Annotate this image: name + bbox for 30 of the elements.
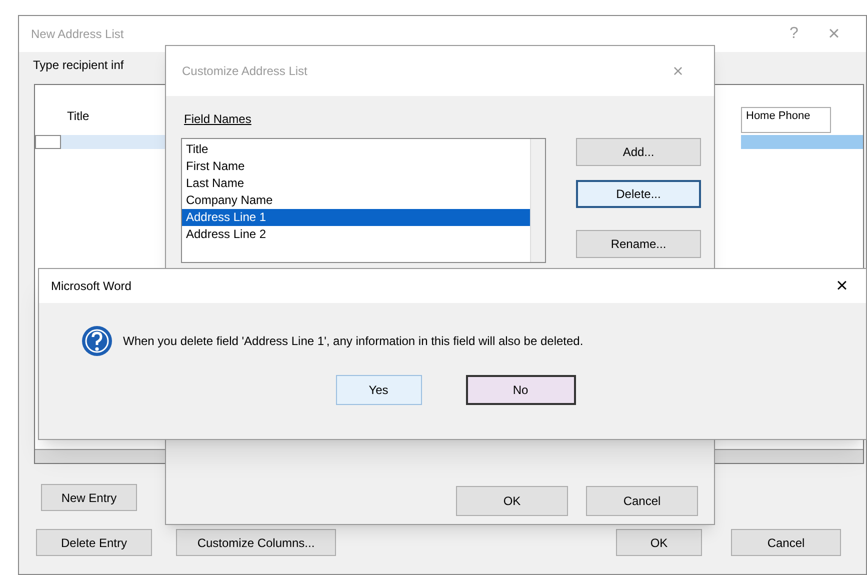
window-title: New Address List	[31, 26, 124, 43]
field-item[interactable]: Address Line 1	[182, 209, 530, 226]
side-button[interactable]: Rename...	[576, 230, 701, 258]
cancel-button[interactable]: Cancel	[586, 486, 698, 516]
close-button[interactable]: ×	[830, 271, 854, 301]
message-text: When you delete field 'Address Line 1', any information in this field will also be deleted.	[123, 333, 584, 350]
column-header[interactable]: Home Phone	[741, 107, 831, 133]
ok-button[interactable]: OK	[616, 529, 702, 556]
field-item[interactable]: Company Name	[182, 192, 530, 209]
field-item[interactable]: Title	[182, 141, 530, 158]
dialog-button[interactable]: Yes	[336, 375, 422, 405]
side-button[interactable]: Delete...	[576, 180, 701, 208]
dialog-title: Microsoft Word	[51, 278, 132, 295]
row-selector[interactable]	[35, 135, 61, 149]
delete-entry-button[interactable]: Delete Entry	[36, 529, 152, 556]
field-item[interactable]: First Name	[182, 158, 530, 175]
dialog-button[interactable]: No	[466, 375, 576, 405]
cancel-button[interactable]: Cancel	[731, 529, 841, 556]
field-item[interactable]: Last Name	[182, 175, 530, 192]
side-button[interactable]: Add...	[576, 138, 701, 166]
instruction-label: Type recipient inf	[33, 58, 124, 72]
dialog-title: Customize Address List	[182, 63, 308, 80]
vertical-scrollbar[interactable]	[530, 139, 545, 262]
selected-cell[interactable]	[741, 135, 863, 149]
field-names-label: Field Names	[184, 112, 252, 126]
customize-columns-button[interactable]: Customize Columns...	[176, 529, 336, 556]
question-icon	[81, 325, 113, 357]
field-item[interactable]: Address Line 2	[182, 226, 530, 243]
new-entry-button[interactable]: New Entry	[41, 484, 137, 511]
ok-button[interactable]: OK	[456, 486, 568, 516]
